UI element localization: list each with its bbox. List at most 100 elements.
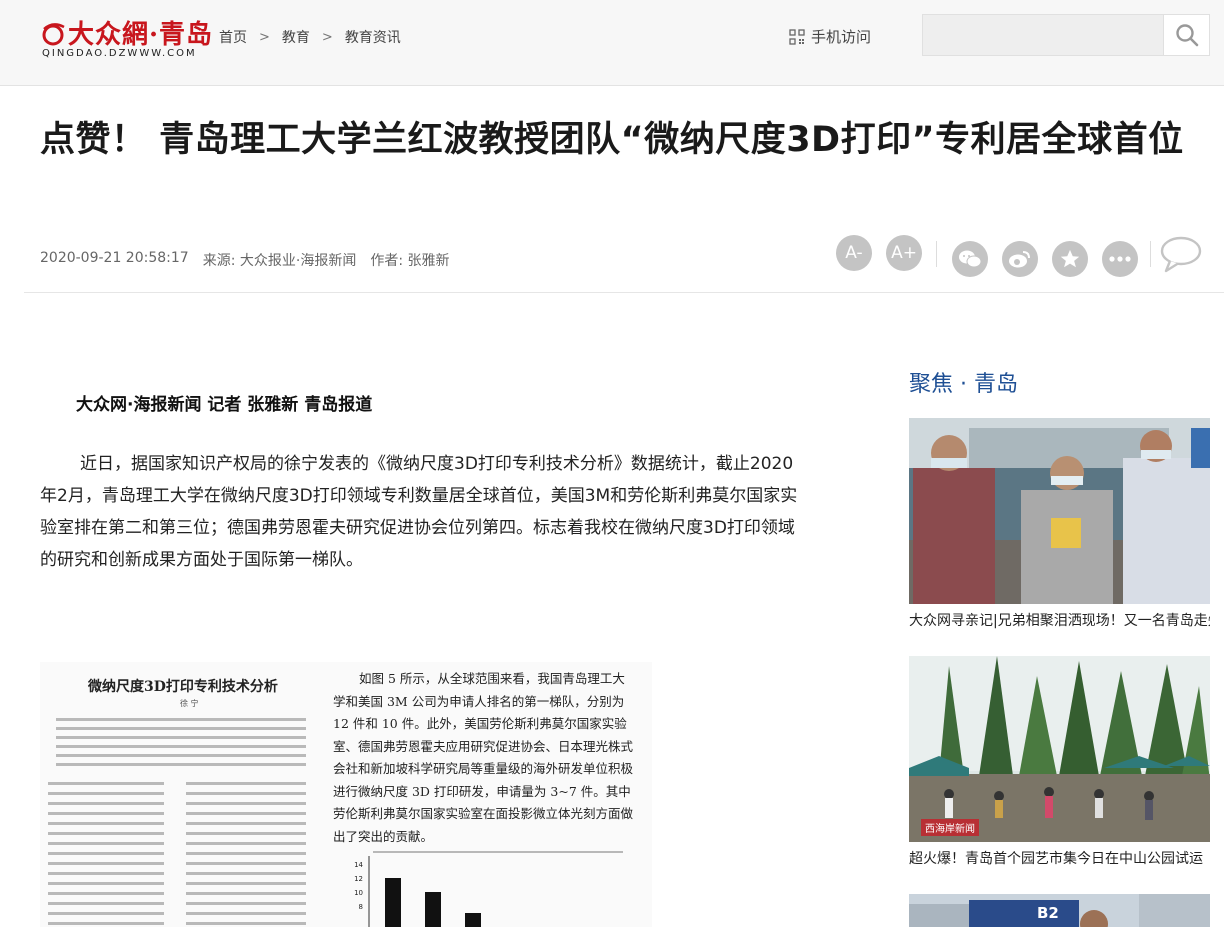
mobile-access-label: 手机访问 [811,28,872,46]
sidebar-card[interactable]: B2 [909,894,1210,927]
top-header: 大众網·青岛 QINGDAO.DZWWW.COM 首页 > 教育 > 教育资讯 … [0,0,1224,86]
paper-text-line [186,912,306,915]
card-photo: B2 [909,894,1210,927]
paper-text-line [56,718,306,721]
article-byline: 大众网·海报新闻 记者 张雅新 青岛报道 [76,395,373,415]
paper-text-line [48,912,164,915]
paper-text-line [186,862,306,865]
card-photo-market [909,656,1210,842]
sidebar-card[interactable]: 大众网寻亲记|兄弟相聚泪洒现场！又一名青岛走失 [909,418,1210,630]
breadcrumb-separator: > [321,29,333,45]
mobile-access-link[interactable]: 手机访问 [789,26,871,47]
breadcrumb-home[interactable]: 首页 [219,27,247,47]
article-meta: 2020-09-21 20:58:17 来源: 大众报业·海报新闻 作者: 张雅… [40,250,464,270]
font-smaller-button[interactable]: A- [836,235,872,271]
chart-y-tick-label: 10 [354,889,363,897]
paper-text-line [48,922,164,925]
paper-text-line [48,892,164,895]
paper-text-line [186,872,306,875]
paper-text-line [48,872,164,875]
paper-text-line [48,852,164,855]
chart-y-tick-label: 12 [354,875,363,883]
paper-text-line [186,832,306,835]
paper-text-line [186,782,306,785]
chart-bar [425,892,441,927]
weibo-icon [1009,251,1030,268]
card-sign-text: B2 [1037,904,1059,922]
paper-text-line [56,745,306,748]
figure-bar-chart: 14 12 10 8 [354,851,623,927]
wechat-share-button[interactable] [952,241,988,277]
paper-text-line [186,892,306,895]
article-source: 来源: 大众报业·海报新闻 [202,253,357,269]
paper-text-line [186,922,306,925]
card-caption: 大众网寻亲记|兄弟相聚泪洒现场！又一名青岛走失 [909,613,1210,629]
paper-text-line [48,802,164,805]
wechat-icon [959,250,982,268]
breadcrumb-education-news[interactable]: 教育资讯 [345,27,401,47]
publish-date: 2020-09-21 20:58:17 [40,250,189,266]
paper-text-line [56,763,306,766]
qr-code-icon [789,28,805,45]
favorite-button[interactable] [1052,241,1088,277]
article-author: 作者: 张雅新 [370,253,450,269]
more-button[interactable] [1102,241,1138,277]
paper-text-line [186,822,306,825]
font-larger-button[interactable]: A+ [886,235,922,271]
comment-button[interactable] [1160,235,1202,273]
figure-paper-text: 如图 5 所示，从全球范围来看，我国青岛理工大学和美国 3M 公司为申请人排名的… [333,671,634,844]
card-photo-station [909,894,1210,927]
article-title: 点赞！ 青岛理工大学兰红波教授团队“微纳尺度3D打印”专利居全球首位 [40,120,1184,160]
breadcrumb: 首页 > 教育 > 教育资讯 [219,27,401,47]
article-figure[interactable]: 微纳尺度3D打印专利技术分析 徐 宁 如图 5 所示，从全球范围来看，我国青岛理… [40,662,652,927]
chart-bar [385,878,401,927]
card-caption: 超火爆！青岛首个园艺市集今日在中山公园试运 [909,851,1203,867]
toolbar-divider [1150,241,1151,267]
card-photo-people [909,418,1210,604]
paper-text-line [48,882,164,885]
site-logo[interactable]: 大众網·青岛 QINGDAO.DZWWW.COM [40,12,212,64]
paper-text-line [186,902,306,905]
card-photo: 西海岸新闻 [909,656,1210,842]
search-input[interactable] [923,15,1163,55]
figure-paper-author: 徐 宁 [180,699,199,708]
paper-text-line [186,812,306,815]
paper-text-line [48,862,164,865]
weibo-share-button[interactable] [1002,241,1038,277]
paper-text-line [186,842,306,845]
header-divider [24,292,1224,293]
favorite-icon [1060,249,1080,268]
breadcrumb-education[interactable]: 教育 [282,27,310,47]
search-box [922,14,1210,56]
paper-text-line [186,792,306,795]
chart-y-tick-label: 8 [359,903,363,911]
article-paragraph: 近日，据国家知识产权局的徐宁发表的《微纳尺度3D打印专利技术分析》数据统计，截止… [40,454,798,570]
comment-icon [1160,236,1202,273]
paper-text-line [48,822,164,825]
breadcrumb-separator: > [259,29,270,45]
card-watermark: 西海岸新闻 [921,819,979,836]
search-icon [1175,24,1198,47]
card-photo [909,418,1210,604]
article-toolbar: A- A+ [836,235,1206,279]
chart-y-tick-label: 14 [354,861,363,869]
paper-text-line [56,736,306,739]
chart-bar [465,913,481,927]
paper-text-line [48,782,164,785]
paper-text-line [48,792,164,795]
font-larger-label: A+ [891,243,917,263]
paper-text-line [56,727,306,730]
toolbar-divider [936,241,937,267]
search-button[interactable] [1163,15,1209,55]
paper-text-line [186,882,306,885]
paper-text-line [48,832,164,835]
figure-paper-right-page: 如图 5 所示，从全球范围来看，我国青岛理工大学和美国 3M 公司为申请人排名的… [333,662,652,927]
paper-text-line [56,754,306,757]
font-smaller-label: A- [845,243,863,263]
figure-paper-title: 微纳尺度3D打印专利技术分析 [88,679,278,695]
more-icon [1109,256,1131,262]
paper-text-line [186,852,306,855]
sidebar-card[interactable]: 西海岸新闻 超火爆！青岛首个园艺市集今日在中山公园试运 [909,656,1210,868]
paper-text-line [48,812,164,815]
paper-text-line [48,842,164,845]
